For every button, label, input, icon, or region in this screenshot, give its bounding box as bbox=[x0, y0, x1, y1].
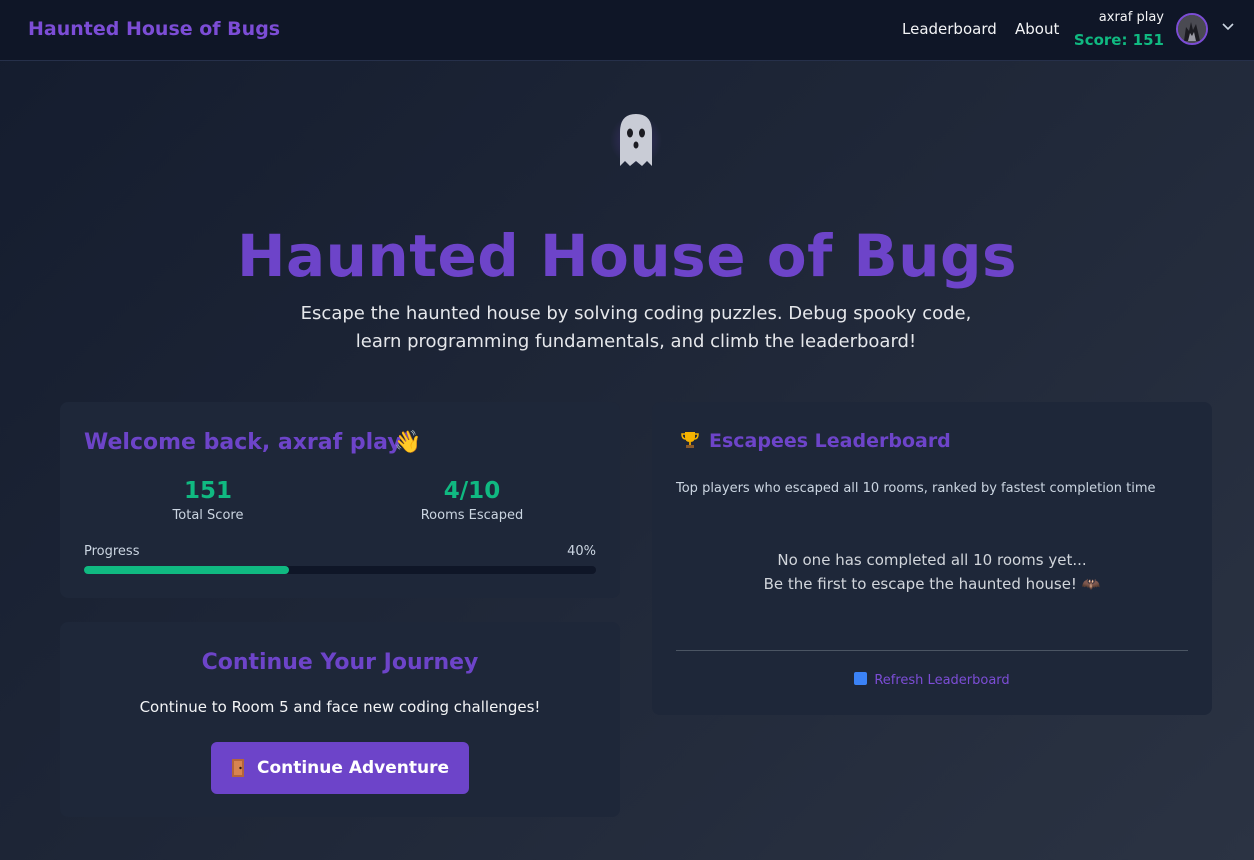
ghost-icon bbox=[610, 114, 662, 166]
total-score-value: 151 bbox=[183, 478, 232, 504]
chevron-down-icon[interactable] bbox=[1221, 22, 1235, 32]
refresh-leaderboard-link[interactable]: Refresh Leaderboard bbox=[652, 672, 1212, 688]
progress-percent: 40% bbox=[567, 544, 596, 559]
leaderboard-card: Escapees Leaderboard Top players who esc… bbox=[652, 402, 1212, 715]
brand-logo-text[interactable]: Haunted House of Bugs bbox=[28, 18, 280, 40]
continue-adventure-button[interactable]: Continue Adventure bbox=[211, 742, 469, 794]
welcome-title: Welcome back, axraf play! bbox=[84, 430, 412, 455]
progress-bar-track bbox=[84, 566, 596, 574]
nav-link-leaderboard[interactable]: Leaderboard bbox=[902, 20, 997, 38]
door-icon bbox=[231, 759, 244, 777]
welcome-card: Welcome back, axraf play! 👋 151 Total Sc… bbox=[60, 402, 620, 598]
hero-subtitle: Escape the haunted house by solving codi… bbox=[0, 300, 1254, 356]
top-navbar: Haunted House of Bugs Leaderboard About … bbox=[0, 0, 1254, 61]
leaderboard-empty-state: No one has completed all 10 rooms yet...… bbox=[652, 548, 1212, 596]
leaderboard-subtitle: Top players who escaped all 10 rooms, ra… bbox=[676, 481, 1156, 496]
leaderboard-empty-line-1: No one has completed all 10 rooms yet... bbox=[777, 551, 1087, 569]
rooms-escaped-label: Rooms Escaped bbox=[420, 508, 524, 523]
continue-journey-text: Continue to Room 5 and face new coding c… bbox=[139, 698, 541, 716]
continue-journey-card: Continue Your Journey Continue to Room 5… bbox=[60, 622, 620, 817]
leaderboard-empty-line-2: Be the first to escape the haunted house… bbox=[763, 575, 1101, 593]
hero-title: Haunted House of Bugs bbox=[236, 222, 1018, 290]
nav-link-about[interactable]: About bbox=[1015, 20, 1059, 38]
wave-icon: 👋 bbox=[394, 430, 422, 455]
total-score-label: Total Score bbox=[172, 508, 244, 523]
avatar-image bbox=[1178, 15, 1206, 43]
user-name: axraf play bbox=[1098, 10, 1164, 25]
trophy-icon bbox=[681, 432, 699, 448]
leaderboard-title: Escapees Leaderboard bbox=[709, 430, 951, 452]
progress-bar-fill bbox=[84, 566, 289, 574]
rooms-escaped-value: 4/10 bbox=[443, 478, 501, 504]
refresh-leaderboard-label: Refresh Leaderboard bbox=[874, 673, 1010, 688]
hero-subtitle-line-1: Escape the haunted house by solving codi… bbox=[300, 303, 972, 324]
user-score: Score: 151 bbox=[1073, 31, 1164, 49]
progress-label: Progress bbox=[84, 544, 140, 559]
leaderboard-divider bbox=[676, 650, 1188, 651]
continue-adventure-label: Continue Adventure bbox=[256, 758, 450, 778]
avatar[interactable] bbox=[1176, 13, 1208, 45]
continue-journey-title: Continue Your Journey bbox=[201, 650, 479, 675]
hero-subtitle-line-2: learn programming fundamentals, and clim… bbox=[355, 331, 917, 352]
refresh-icon bbox=[854, 672, 868, 685]
